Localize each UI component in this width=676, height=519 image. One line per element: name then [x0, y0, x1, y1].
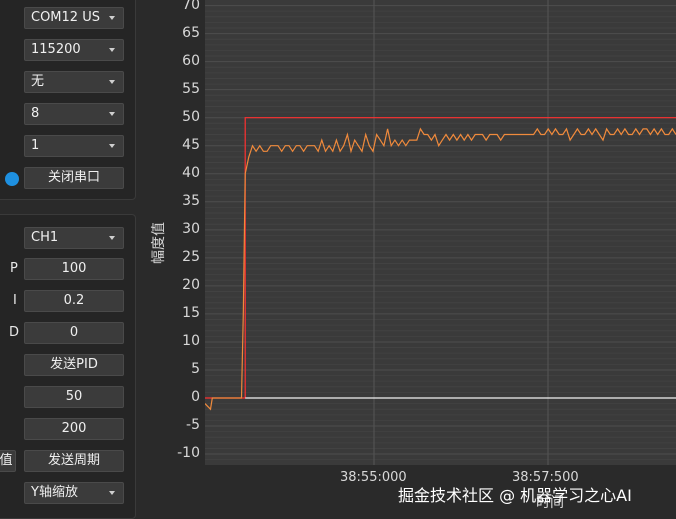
y-tick-label: 70: [182, 0, 200, 13]
y-tick-label: 5: [191, 360, 200, 377]
y-tick-label: 20: [182, 276, 200, 293]
y-tick-label: 25: [182, 248, 200, 265]
p-value: 100: [61, 261, 87, 276]
channel-select[interactable]: CH1: [24, 227, 124, 249]
data-bits-select-value: 8: [31, 106, 40, 121]
p-label: P: [10, 261, 18, 276]
send-pid-button[interactable]: 发送PID: [24, 354, 124, 376]
parity-select[interactable]: 无: [24, 71, 124, 93]
field-b-input[interactable]: 200: [24, 418, 124, 440]
i-value: 0.2: [63, 293, 85, 308]
send-pid-label: 发送PID: [50, 357, 98, 372]
y-zoom-value: Y轴缩放: [31, 485, 78, 500]
y-tick-label: 35: [182, 192, 200, 209]
chevron-down-icon: [109, 80, 115, 84]
plot-svg: [205, 0, 676, 465]
y-tick-label: 0: [191, 389, 200, 405]
connection-status-indicator: [5, 172, 19, 186]
y-tick-label: 65: [182, 24, 200, 41]
x-tick-label: 38:55:000: [340, 470, 407, 485]
y-tick-label: 10: [182, 332, 200, 349]
data-bits-select[interactable]: 8: [24, 103, 124, 125]
partial-button-label: 值: [0, 453, 13, 468]
d-value: 0: [69, 325, 79, 340]
stop-bits-select[interactable]: 1: [24, 135, 124, 157]
field-a-input[interactable]: 50: [24, 386, 124, 408]
y-tick-label: 50: [182, 108, 200, 125]
d-label: D: [9, 325, 20, 340]
chevron-down-icon: [109, 491, 115, 495]
stop-bits-select-value: 1: [31, 138, 40, 153]
baud-select-value: 115200: [31, 42, 81, 57]
plot-area[interactable]: [205, 0, 676, 465]
watermark: 掘金技术社区 @ 机器学习之心AI: [398, 486, 632, 505]
field-b-value: 200: [61, 421, 87, 436]
p-input[interactable]: 100: [24, 258, 124, 280]
chevron-down-icon: [109, 112, 115, 116]
y-tick-label: 15: [182, 304, 200, 321]
send-period-label: 发送周期: [47, 453, 100, 468]
y-tick-label: 30: [182, 220, 200, 237]
port-select-value: COM12 US: [31, 10, 100, 25]
field-a-value: 50: [65, 389, 83, 404]
chevron-down-icon: [109, 236, 115, 240]
channel-select-value: CH1: [31, 230, 59, 245]
y-tick-label: 55: [182, 80, 200, 97]
partial-button[interactable]: 值: [0, 450, 16, 472]
y-tick-label: 40: [182, 164, 200, 181]
y-tick-label: 45: [182, 136, 200, 153]
send-period-button[interactable]: 发送周期: [24, 450, 124, 472]
parity-select-value: 无: [31, 74, 45, 89]
close-port-label: 关闭串口: [47, 170, 100, 185]
d-input[interactable]: 0: [24, 322, 124, 344]
i-input[interactable]: 0.2: [24, 290, 124, 312]
y-axis-label: 幅度值: [151, 222, 167, 264]
chevron-down-icon: [109, 144, 115, 148]
y-tick-label: -5: [186, 417, 200, 434]
y-tick-label: 60: [182, 52, 200, 69]
port-select[interactable]: COM12 US: [24, 7, 124, 29]
close-port-button[interactable]: 关闭串口: [24, 167, 124, 189]
y-zoom-select[interactable]: Y轴缩放: [24, 482, 124, 504]
i-label: I: [13, 293, 17, 308]
chevron-down-icon: [109, 16, 115, 20]
baud-select[interactable]: 115200: [24, 39, 124, 61]
chevron-down-icon: [109, 48, 115, 52]
y-tick-label: -10: [177, 445, 200, 462]
